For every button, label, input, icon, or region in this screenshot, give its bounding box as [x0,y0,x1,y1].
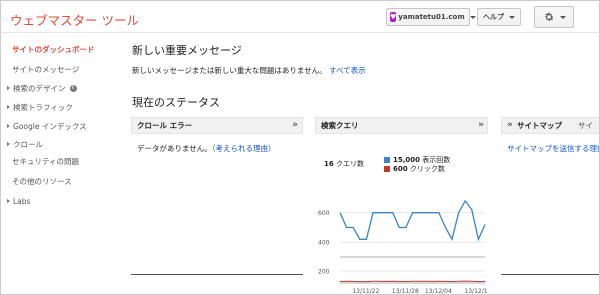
status-heading: 現在のステータス [132,96,220,109]
sidebar-item-label: Google インデックス [13,121,87,131]
sidebar: サイトのダッシュボード サイトのメッセージ 検索のデザイン i 検索トラフィック… [1,34,119,294]
no-data-label: データがありません。 [137,144,212,153]
account-label: yamatetu01.com [398,13,465,21]
sitemaps-header[interactable]: » サイトマップ サイ [501,117,599,134]
x-tick-label: 13/12/10 [464,288,488,295]
x-tick-label: 13/11/22 [352,288,379,295]
divider [501,274,599,275]
divider [131,274,303,275]
sidebar-item-label: その他のリソース [12,176,72,186]
expand-icon [7,199,10,203]
sidebar-item-label: サイトのメッセージ [12,64,80,74]
y-tick-label: 200 [318,269,330,276]
expand-icon [7,86,10,90]
sidebar-item-google-index[interactable]: Google インデックス [1,117,119,135]
sidebar-item-dashboard[interactable]: サイトのダッシュボード [1,40,119,58]
info-icon[interactable]: i [69,84,77,92]
sidebar-item-label: クロール [13,139,43,149]
sidebar-item-messages[interactable]: サイトのメッセージ [1,60,119,78]
gear-icon [544,12,554,22]
legend-clicks: 600 クリック数 [384,164,445,174]
chevron-down-icon [559,15,566,19]
chevron-down-icon [469,15,476,19]
x-tick-label: 13/11/28 [392,288,419,295]
account-button[interactable]: ♥ yamatetu01.com [386,8,476,26]
sidebar-item-search-appearance[interactable]: 検索のデザイン i [1,79,119,97]
clicks-value: 600 [393,165,408,173]
search-queries-chart: 400 600 200 13/11/22 13/11/28 13/12/04 13/12/1… [318,199,488,295]
view-all-link[interactable]: すべて表示 [329,66,366,75]
x-tick-label: 13/12/04 [425,288,452,295]
sidebar-item-other-resources[interactable]: その他のリソース [1,172,119,190]
possible-reasons-link[interactable]: （考えられる理由） [212,144,276,153]
double-chevron-right-icon[interactable]: » [507,120,513,130]
sidebar-item-search-traffic[interactable]: 検索トラフィック [1,98,119,116]
sidebar-item-label: サイトのダッシュボード [12,44,95,54]
help-button[interactable]: ヘルプ [477,8,521,26]
messages-heading: 新しい重要メッセージ [132,44,242,57]
avatar: ♥ [390,12,397,22]
help-label: ヘルプ [483,13,504,21]
sidebar-item-label: Labs [13,196,31,206]
card-title-overflow: サイ [578,121,593,130]
chevron-down-icon [509,15,515,19]
sidebar-item-labs[interactable]: Labs [1,192,119,210]
sidebar-item-crawl[interactable]: クロール [1,135,119,153]
card-title: サイトマップ [517,121,562,130]
query-count: 16 クエリ数 [324,159,364,169]
app-title: ウェブマスター ツール [10,13,139,28]
expand-icon [7,142,10,146]
sidebar-item-label: セキュリティの問題 [12,156,80,166]
crawl-errors-header[interactable]: クロール エラー » [131,117,303,134]
sidebar-item-label: 検索のデザイン [13,83,66,93]
search-queries-header[interactable]: 検索クエリ » [315,117,488,134]
impressions-swatch [384,157,390,163]
expand-icon [7,105,10,109]
messages-body: 新しいメッセージまたは新しい重大な問題はありません。 [132,66,327,75]
series-line-impressions [339,199,486,242]
y-tick-label: 600 [318,210,330,217]
submit-sitemap-link[interactable]: サイトマップを送信する理由 [507,143,599,154]
query-count-value: 16 [324,160,334,168]
main-content: 新しい重要メッセージ 新しいメッセージまたは新しい重大な問題はありません。 すべ… [119,34,599,295]
sitemaps-card: » サイトマップ サイ サイトマップを送信する理由 [501,117,599,294]
no-data-text: データがありません。（考えられる理由） [137,143,276,154]
double-chevron-right-icon[interactable]: » [478,120,484,130]
double-chevron-right-icon[interactable]: » [292,120,298,130]
card-title: クロール エラー [137,121,193,130]
messages-text: 新しいメッセージまたは新しい重大な問題はありません。 すべて表示 [132,65,366,76]
crawl-errors-card: クロール エラー » データがありません。（考えられる理由） [131,117,303,294]
header: ウェブマスター ツール ♥ yamatetu01.com ヘルプ [1,1,599,33]
query-count-label: クエリ数 [335,160,364,168]
expand-icon [7,124,10,128]
card-title: 検索クエリ [321,121,359,130]
sidebar-item-label: 検索トラフィック [13,102,73,112]
clicks-label: クリック数 [409,165,445,173]
series-line-clicks [339,280,486,283]
clicks-swatch [384,166,390,172]
settings-button[interactable] [534,6,574,28]
y-tick-label: 400 [318,240,330,247]
webmaster-tools-page: ウェブマスター ツール ♥ yamatetu01.com ヘルプ サイトのダッシ… [0,0,600,295]
sidebar-item-security[interactable]: セキュリティの問題 [1,152,119,170]
search-queries-card: 検索クエリ » 16 クエリ数 15,000 表示回数 600 クリック数 40… [315,117,488,295]
impressions-value: 15,000 [393,156,421,164]
